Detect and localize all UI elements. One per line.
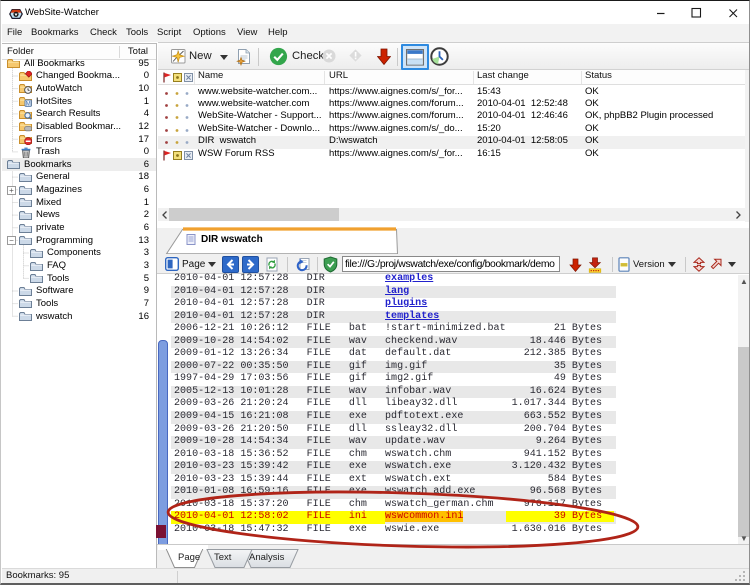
svg-text:M: M — [26, 101, 31, 107]
